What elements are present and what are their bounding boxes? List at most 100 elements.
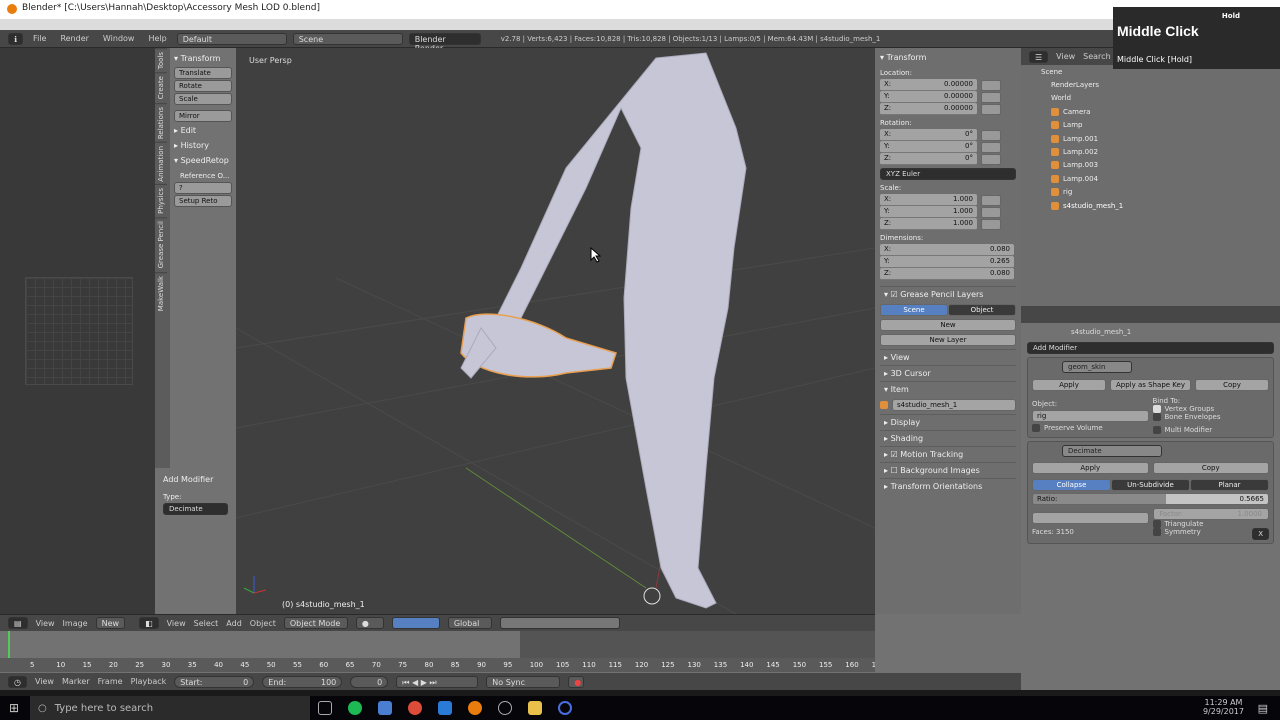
image-image-menu[interactable]: Image [63, 619, 88, 628]
current-frame-field[interactable]: 0 [350, 675, 389, 688]
outliner-search-menu[interactable]: Search [1083, 52, 1110, 61]
timeline-view-menu[interactable]: View [35, 677, 54, 686]
copy-button[interactable]: Copy [1152, 462, 1269, 474]
planar-mode-tab[interactable]: Planar [1190, 479, 1269, 491]
frame-menu[interactable]: Frame [98, 677, 123, 686]
symmetry-checkbox[interactable]: Symmetry X [1152, 528, 1269, 540]
copy-button[interactable]: Copy [1195, 379, 1269, 391]
record-button[interactable]: ● [568, 675, 585, 688]
add-menu[interactable]: Add [226, 619, 242, 628]
orientation-select[interactable]: Global [447, 617, 492, 629]
type-select[interactable]: Decimate [163, 503, 228, 515]
lock-icon[interactable] [981, 141, 1001, 153]
lock-icon[interactable] [981, 79, 1001, 91]
select-menu[interactable]: Select [194, 619, 219, 628]
motion-tracking-panel-header[interactable]: ▸ ☑ Motion Tracking [880, 446, 1016, 462]
new-image-button[interactable]: New [95, 617, 126, 629]
lock-icon[interactable] [981, 91, 1001, 103]
chrome-icon[interactable] [408, 701, 422, 715]
panel-speedretopo[interactable]: ▾ SpeedRetop [174, 153, 232, 168]
multi-modifier-checkbox[interactable]: Multi Modifier [1152, 426, 1270, 434]
apply-shape-key-button[interactable]: Apply as Shape Key [1109, 379, 1192, 391]
item-panel-header[interactable]: ▾ Item [880, 381, 1016, 397]
new-layer-button[interactable]: New Layer [880, 334, 1016, 346]
item-name-field[interactable]: s4studio_mesh_1 [892, 399, 1016, 411]
new-grease-button[interactable]: New [880, 319, 1016, 331]
add-modifier-select[interactable]: Add Modifier [1027, 342, 1274, 354]
dimension-x[interactable]: X: 0.080 [880, 244, 1014, 256]
outliner-item-lamp-002[interactable]: Lamp.002 [1021, 145, 1280, 158]
image-view-menu[interactable]: View [36, 619, 55, 628]
editor-type-icon[interactable]: ℹ [8, 32, 24, 45]
apply-button[interactable]: Apply [1032, 379, 1106, 391]
vertex-groups-checkbox[interactable]: Vertex Groups [1152, 405, 1270, 413]
file-explorer-icon[interactable] [528, 701, 542, 715]
display-panel-header[interactable]: ▸ Display [880, 414, 1016, 430]
shading-panel-header[interactable]: ▸ Shading [880, 430, 1016, 446]
playback-menu[interactable]: Playback [131, 677, 167, 686]
outliner-item-rig[interactable]: rig [1021, 186, 1280, 199]
task-view-icon[interactable] [318, 701, 332, 715]
outliner-item-lamp-004[interactable]: Lamp.004 [1021, 172, 1280, 185]
menu-help[interactable]: Help [144, 34, 170, 43]
rotation-mode-select[interactable]: XYZ Euler [880, 168, 1016, 180]
ratio-slider[interactable]: Ratio: 0.5665 [1032, 493, 1269, 505]
grease-scene-tab[interactable]: Scene [880, 304, 948, 316]
outliner-view-menu[interactable]: View [1056, 52, 1075, 61]
dimension-z[interactable]: Z: 0.080 [880, 268, 1014, 280]
unsubdivide-mode-tab[interactable]: Un-Subdivide [1111, 479, 1190, 491]
modifier-name-field[interactable]: Decimate [1062, 445, 1162, 457]
panel-transform[interactable]: ▾ Transform [174, 51, 232, 66]
object-menu[interactable]: Object [250, 619, 276, 628]
current-frame-marker[interactable] [8, 631, 10, 658]
lock-icon[interactable] [981, 194, 1001, 206]
translate-button[interactable]: Translate [174, 67, 232, 79]
panel-edit[interactable]: ▸ Edit [174, 123, 232, 138]
tab-makewalk[interactable]: MakeWalk [155, 271, 167, 314]
scale-button[interactable]: Scale [174, 93, 232, 105]
3d-cursor-panel-header[interactable]: ▸ 3D Cursor [880, 365, 1016, 381]
layer-buttons[interactable] [499, 617, 620, 629]
menu-file[interactable]: File [29, 34, 50, 43]
location-x[interactable]: X: 0.00000 [880, 79, 977, 91]
scale-y[interactable]: Y: 1.000 [880, 206, 977, 218]
layout-selector[interactable]: Default [176, 32, 287, 45]
lock-icon[interactable] [981, 129, 1001, 141]
outliner-item-world[interactable]: World [1021, 92, 1280, 105]
image-editor-type[interactable]: ▤ [8, 617, 28, 629]
mirror-button[interactable]: Mirror [174, 110, 232, 122]
panel-history[interactable]: ▸ History [174, 138, 232, 153]
clock[interactable]: 11:29 AM 9/29/2017 [1203, 698, 1244, 716]
tab-tools[interactable]: Tools [155, 48, 167, 73]
visual-studio-icon[interactable] [438, 701, 452, 715]
outliner-item-lamp-001[interactable]: Lamp.001 [1021, 132, 1280, 145]
scale-z[interactable]: Z: 1.000 [880, 218, 977, 230]
vertex-group-field[interactable] [1032, 512, 1149, 524]
obs-icon[interactable] [498, 701, 512, 715]
outliner-item-camera[interactable]: Camera [1021, 105, 1280, 118]
object-field[interactable]: rig [1032, 409, 1149, 422]
outliner-item-lamp[interactable]: Lamp [1021, 119, 1280, 132]
app-icon[interactable] [378, 701, 392, 715]
dimension-y[interactable]: Y: 0.265 [880, 256, 1014, 268]
lock-icon[interactable] [981, 103, 1001, 115]
scene-selector[interactable]: Scene [292, 32, 403, 45]
tab-create[interactable]: Create [155, 72, 167, 103]
location-y[interactable]: Y: 0.00000 [880, 91, 977, 103]
modifier-name-field[interactable]: geom_skin [1062, 361, 1132, 373]
grease-object-tab[interactable]: Object [948, 304, 1016, 316]
tab-physics[interactable]: Physics [155, 184, 167, 218]
setup-retopo-button[interactable]: Setup Reto [174, 195, 232, 207]
symmetry-axis-select[interactable]: X [1252, 528, 1269, 540]
view-panel-header[interactable]: ▸ View [880, 349, 1016, 365]
lock-icon[interactable] [981, 153, 1001, 165]
render-engine-select[interactable]: Blender Render [408, 32, 481, 53]
notifications-icon[interactable]: ▤ [1258, 702, 1268, 715]
spotify-icon[interactable] [348, 701, 362, 715]
start-frame-field[interactable]: Start: 0 [174, 675, 255, 688]
tab-relations[interactable]: Relations [155, 102, 167, 142]
menu-render[interactable]: Render [56, 34, 92, 43]
sync-select[interactable]: No Sync [486, 675, 561, 688]
app-icon-2[interactable] [558, 701, 572, 715]
scale-x[interactable]: X: 1.000 [880, 194, 977, 206]
